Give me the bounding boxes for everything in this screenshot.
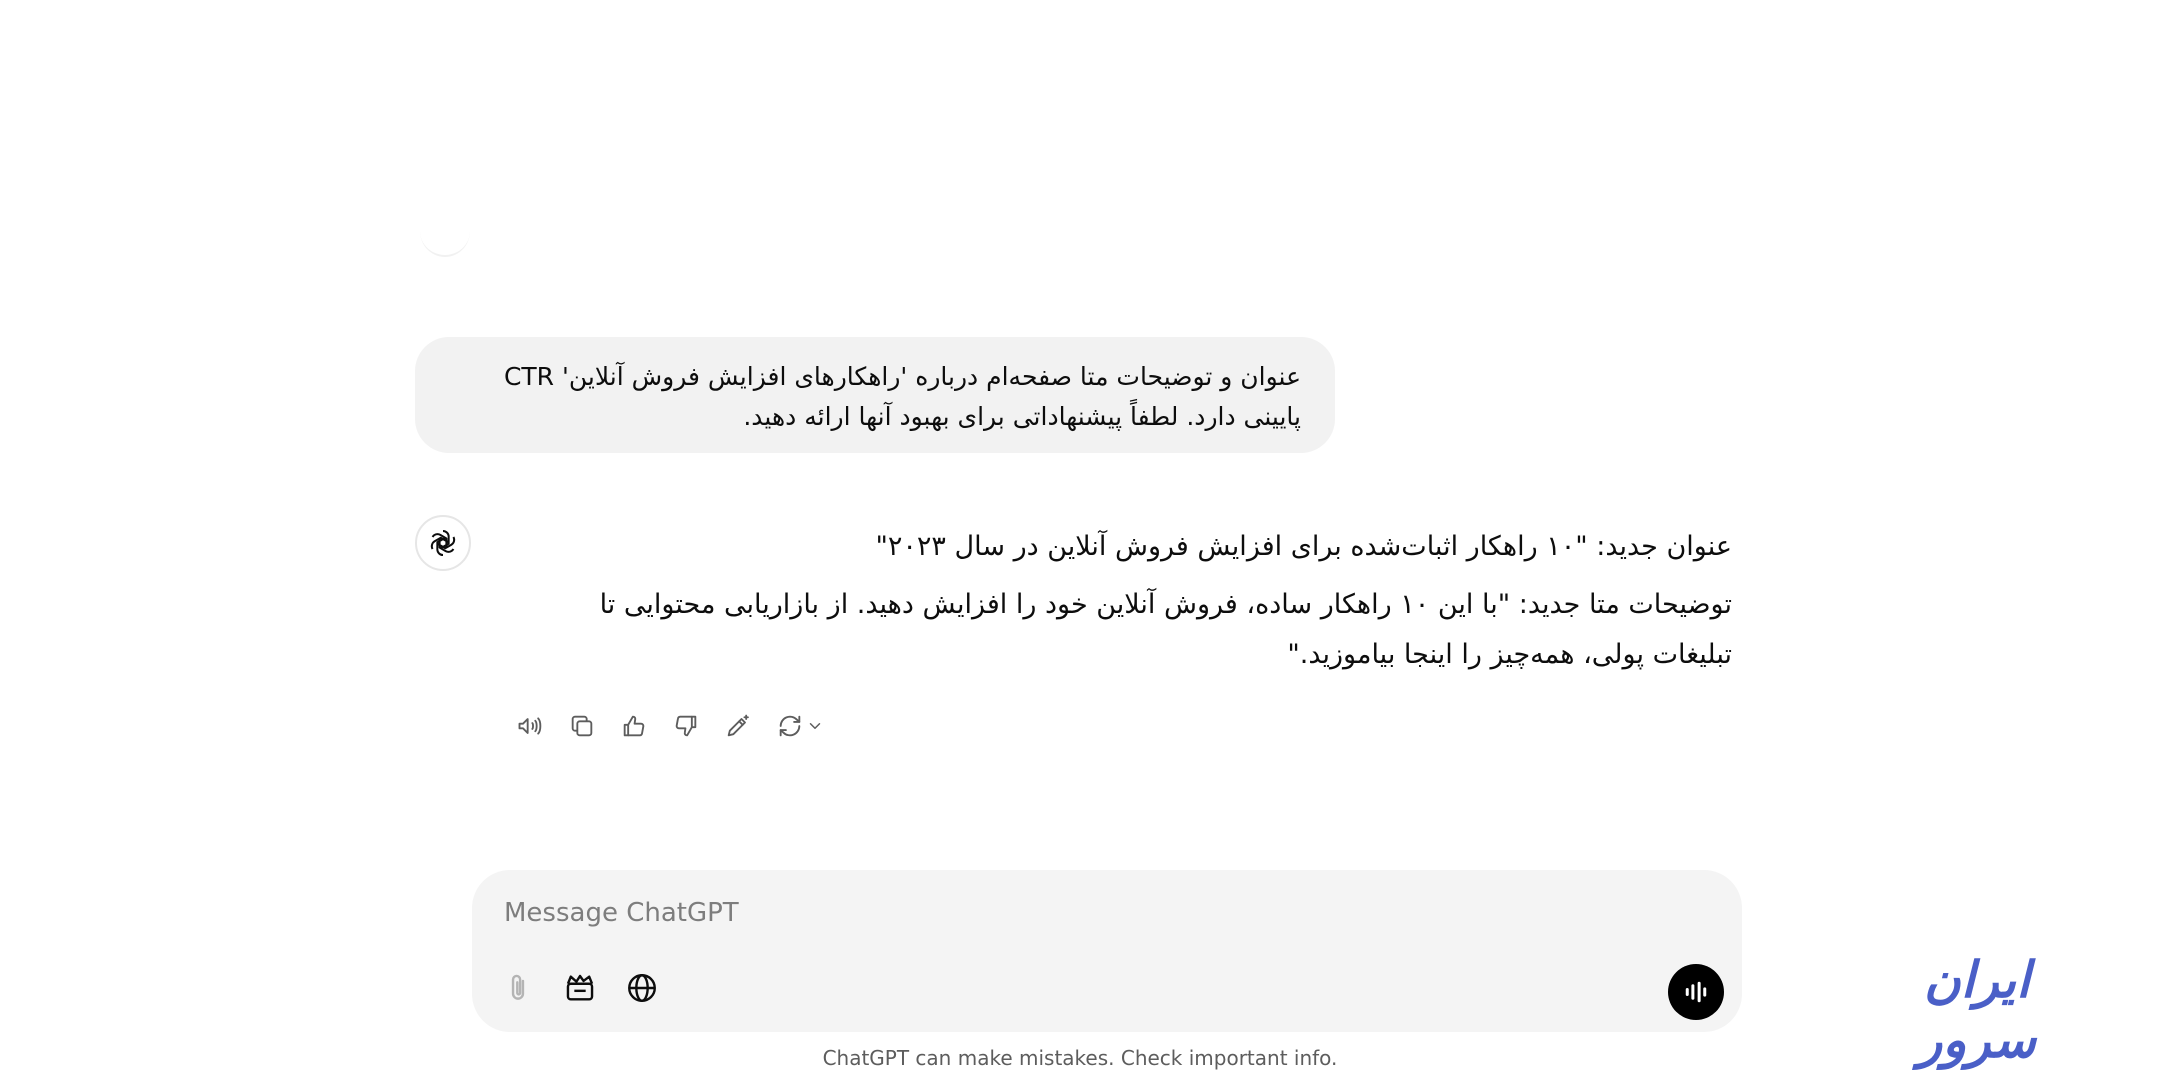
chat-page: عنوان و توضیحات متا صفحه‌ام درباره 'راهک… — [0, 0, 2160, 1080]
tools-button[interactable] — [558, 966, 602, 1010]
regenerate-icon — [779, 715, 801, 737]
regenerate-button[interactable] — [770, 706, 830, 746]
copy-button[interactable] — [562, 706, 602, 746]
edit-canvas-icon — [727, 714, 749, 737]
read-aloud-button[interactable] — [510, 706, 550, 746]
tools-icon — [566, 974, 594, 1001]
voice-mode-button[interactable] — [1668, 964, 1724, 1020]
assistant-paragraph: عنوان جدید: "۱۰ راهکار اثبات‌شده برای اف… — [875, 531, 1733, 562]
message-action-bar — [510, 706, 830, 746]
search-web-button[interactable] — [620, 966, 664, 1010]
composer-toolbar — [496, 966, 664, 1010]
bad-response-button[interactable] — [666, 706, 706, 746]
previous-avatar-fragment — [420, 205, 470, 257]
assistant-message: عنوان جدید: "۱۰ راهکار اثبات‌شده برای اف… — [540, 520, 1732, 680]
good-response-button[interactable] — [614, 706, 654, 746]
message-composer — [472, 870, 1742, 1032]
disclaimer-text: ChatGPT can make mistakes. Check importa… — [822, 1046, 1338, 1070]
message-input[interactable] — [502, 892, 1686, 934]
iranserver-watermark-logo: ایران سرور — [1918, 951, 2038, 1069]
thumbs-down-icon — [675, 715, 697, 737]
thumbs-up-icon — [623, 715, 645, 737]
chatgpt-logo-icon — [415, 515, 471, 571]
edit-in-canvas-button[interactable] — [718, 706, 758, 746]
voice-mode-icon — [1685, 981, 1707, 1003]
chevron-down-icon — [809, 723, 821, 729]
attach-button[interactable] — [496, 966, 540, 1010]
speaker-icon — [518, 717, 542, 735]
user-message-bubble: عنوان و توضیحات متا صفحه‌ام درباره 'راهک… — [415, 337, 1335, 453]
paperclip-icon — [511, 974, 525, 1000]
assistant-paragraph: توضیحات متا جدید: "با این ۱۰ راهکار ساده… — [599, 589, 1732, 670]
globe-icon — [628, 974, 656, 1002]
copy-icon — [571, 715, 593, 737]
